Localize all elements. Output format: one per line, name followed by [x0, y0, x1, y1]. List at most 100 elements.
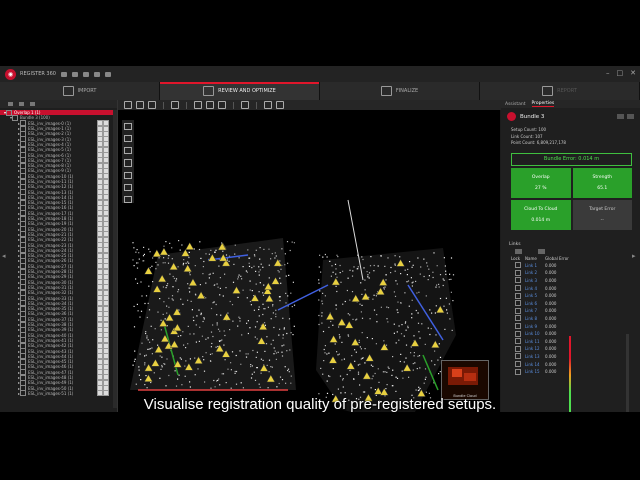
- link-row[interactable]: Link 13 0.000: [511, 353, 573, 361]
- fly-icon[interactable]: [124, 183, 132, 191]
- link-name[interactable]: Link 2: [525, 270, 545, 275]
- folder-icon[interactable]: [8, 102, 13, 106]
- link-row[interactable]: Link 15 0.000: [511, 368, 573, 376]
- filter-icon[interactable]: [19, 102, 24, 106]
- link-name[interactable]: Link 6: [525, 301, 545, 306]
- zoom-icon[interactable]: [148, 101, 156, 109]
- link-row[interactable]: Link 14 0.000: [511, 360, 573, 368]
- link-name[interactable]: Link 8: [525, 316, 545, 321]
- lock-checkbox[interactable]: [515, 307, 521, 314]
- link-name[interactable]: Link 14: [525, 362, 545, 367]
- info-icon[interactable]: [104, 71, 111, 77]
- link-name[interactable]: Link 1: [525, 263, 545, 268]
- link-row[interactable]: Link 5 0.000: [511, 292, 573, 300]
- setup-marker-icon[interactable]: [144, 266, 153, 275]
- link-row[interactable]: Link 3 0.000: [511, 277, 573, 285]
- cursor-icon[interactable]: [124, 123, 132, 131]
- move-icon[interactable]: [124, 147, 132, 155]
- link-row[interactable]: Link 6 0.000: [511, 299, 573, 307]
- lock-checkbox[interactable]: [515, 368, 521, 375]
- link-name[interactable]: Link 9: [525, 324, 545, 329]
- unlock-all-icon[interactable]: [538, 248, 545, 254]
- fit-icon[interactable]: [124, 159, 132, 167]
- lock-checkbox[interactable]: [515, 361, 521, 368]
- tile-strength[interactable]: Strength 65.1: [572, 167, 632, 198]
- settings-icon[interactable]: [93, 71, 100, 77]
- lock-checkbox[interactable]: [515, 330, 521, 337]
- setup-marker-icon[interactable]: [159, 247, 169, 256]
- point-cloud-viewport[interactable]: Bundle Cloud: [118, 110, 500, 412]
- bundle-error-banner[interactable]: Bundle Error: 0.014 m: [511, 152, 632, 166]
- column-lock[interactable]: Lock: [511, 256, 525, 261]
- lock-checkbox[interactable]: [515, 262, 521, 269]
- lock-checkbox[interactable]: [515, 353, 521, 360]
- link-row[interactable]: Link 10 0.000: [511, 330, 573, 338]
- tree-scrollbar[interactable]: [113, 110, 117, 408]
- save-icon[interactable]: [71, 71, 78, 77]
- link-row[interactable]: Link 9 0.000: [511, 322, 573, 330]
- tile-cloud-to-cloud[interactable]: Cloud To Cloud 0.014 m: [511, 199, 571, 230]
- workflow-step-review[interactable]: REVIEW AND OPTIMIZE: [160, 82, 320, 100]
- lock-checkbox[interactable]: [515, 338, 521, 345]
- lock-checkbox[interactable]: [515, 345, 521, 352]
- link-name[interactable]: Link 11: [525, 339, 545, 344]
- link-name[interactable]: Link 4: [525, 286, 545, 291]
- pan-icon[interactable]: [136, 101, 144, 109]
- bundle-cloud-thumbnail[interactable]: Bundle Cloud: [441, 360, 489, 400]
- tab-assistant[interactable]: Assistant: [505, 102, 526, 107]
- select-icon[interactable]: [124, 101, 132, 109]
- link-name[interactable]: Link 15: [525, 369, 545, 374]
- collapse-left-icon[interactable]: ◂: [2, 252, 6, 260]
- link-row[interactable]: Link 12 0.000: [511, 345, 573, 353]
- lock-all-icon[interactable]: [515, 248, 522, 254]
- workflow-step-import[interactable]: IMPORT: [0, 82, 160, 100]
- lock-checkbox[interactable]: [515, 315, 521, 322]
- lock-checkbox[interactable]: [515, 285, 521, 292]
- tab-properties[interactable]: Properties: [531, 101, 555, 107]
- maximize-button[interactable]: □: [617, 69, 624, 77]
- layers-icon[interactable]: [30, 102, 35, 106]
- setup-marker-icon[interactable]: [152, 249, 162, 258]
- link-row[interactable]: Link 1 0.000: [511, 262, 573, 270]
- lock-checkbox[interactable]: [515, 323, 521, 330]
- link-name[interactable]: Link 5: [525, 293, 545, 298]
- link-tool-icon[interactable]: [276, 101, 284, 109]
- link-row[interactable]: Link 11 0.000: [511, 337, 573, 345]
- setup-marker-icon[interactable]: [185, 242, 195, 250]
- link-name[interactable]: Link 3: [525, 278, 545, 283]
- link-row[interactable]: Link 8 0.000: [511, 315, 573, 323]
- link-name[interactable]: Link 13: [525, 354, 545, 359]
- orbit-icon[interactable]: [124, 135, 132, 143]
- walk-icon[interactable]: [124, 171, 132, 179]
- close-button[interactable]: ✕: [630, 69, 636, 77]
- tile-overlap[interactable]: Overlap 27 %: [511, 167, 571, 198]
- column-name[interactable]: Name: [525, 256, 545, 261]
- open-project-icon[interactable]: [60, 71, 67, 77]
- view-side-icon[interactable]: [218, 101, 226, 109]
- link-name[interactable]: Link 7: [525, 308, 545, 313]
- tile-target-error[interactable]: Target Error --: [572, 199, 632, 230]
- collapse-right-icon[interactable]: ▸: [632, 252, 636, 260]
- link-row[interactable]: Link 4 0.000: [511, 284, 573, 292]
- measure-icon[interactable]: [241, 101, 249, 109]
- workflow-step-report[interactable]: REPORT: [480, 82, 640, 100]
- minimize-button[interactable]: –: [606, 69, 610, 77]
- camera-view-icon[interactable]: [171, 101, 179, 109]
- lock-checkbox[interactable]: [515, 300, 521, 307]
- link-name[interactable]: Link 10: [525, 331, 545, 336]
- link-row[interactable]: Link 7 0.000: [511, 307, 573, 315]
- cube-icon[interactable]: [124, 195, 132, 203]
- bundle-option-button[interactable]: [627, 114, 634, 119]
- column-global-error[interactable]: Global Error: [545, 256, 569, 261]
- lock-checkbox[interactable]: [515, 269, 521, 276]
- view-front-icon[interactable]: [206, 101, 214, 109]
- target-icon[interactable]: [264, 101, 272, 109]
- link-row[interactable]: Link 2 0.000: [511, 269, 573, 277]
- camera-icon[interactable]: [82, 71, 89, 77]
- link-name[interactable]: Link 12: [525, 346, 545, 351]
- bundle-option-button[interactable]: [617, 114, 624, 119]
- workflow-step-finalize[interactable]: FINALIZE: [320, 82, 480, 100]
- view-top-icon[interactable]: [194, 101, 202, 109]
- lock-checkbox[interactable]: [515, 277, 521, 284]
- lock-checkbox[interactable]: [515, 292, 521, 299]
